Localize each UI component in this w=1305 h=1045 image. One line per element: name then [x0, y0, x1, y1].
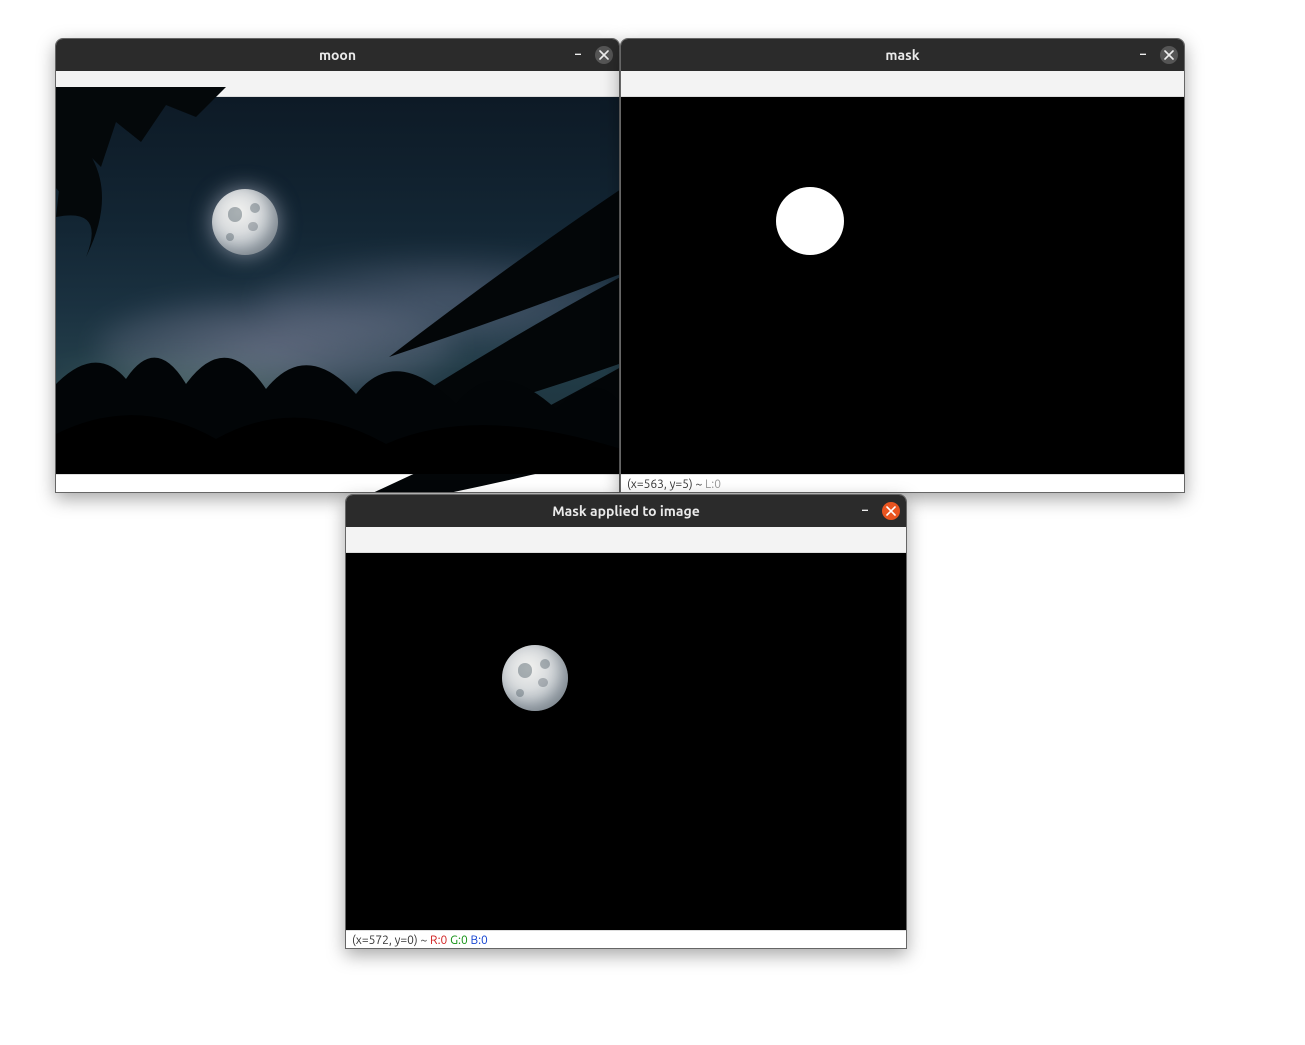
- status-coords: (x=572, y=0) ~: [352, 934, 430, 947]
- window-moon: moon –: [55, 38, 620, 493]
- close-button[interactable]: [1160, 46, 1178, 64]
- window-result: Mask applied to image – (x=572, y=0) ~ R…: [345, 494, 907, 949]
- close-icon: [1164, 50, 1174, 60]
- image-canvas-moon[interactable]: [56, 97, 619, 474]
- moon-graphic: [212, 189, 278, 255]
- status-g: G:0: [450, 934, 468, 947]
- image-canvas-result[interactable]: [346, 553, 906, 930]
- window-controls: –: [856, 495, 900, 527]
- close-icon: [886, 506, 896, 516]
- close-button[interactable]: [595, 46, 613, 64]
- window-title: Mask applied to image: [552, 503, 700, 519]
- minimize-button[interactable]: –: [569, 46, 587, 64]
- titlebar-result[interactable]: Mask applied to image –: [346, 495, 906, 527]
- mask-circle: [776, 187, 844, 255]
- window-title: mask: [885, 47, 919, 63]
- statusbar: [56, 474, 619, 493]
- window-controls: –: [569, 39, 613, 71]
- minimize-button[interactable]: –: [856, 502, 874, 520]
- statusbar: (x=572, y=0) ~ R:0 G:0 B:0: [346, 930, 906, 949]
- close-icon: [599, 50, 609, 60]
- minimize-button[interactable]: –: [1134, 46, 1152, 64]
- window-title: moon: [319, 47, 356, 63]
- close-button[interactable]: [882, 502, 900, 520]
- status-b: B:0: [471, 934, 488, 947]
- menubar[interactable]: [621, 71, 1184, 97]
- status-luminance: L:0: [705, 478, 721, 491]
- window-mask: mask – (x=563, y=5) ~ L:0: [620, 38, 1185, 493]
- menubar[interactable]: [56, 71, 619, 97]
- titlebar-moon[interactable]: moon –: [56, 39, 619, 71]
- window-controls: –: [1134, 39, 1178, 71]
- image-canvas-mask[interactable]: [621, 97, 1184, 474]
- cloud: [256, 257, 620, 347]
- menubar[interactable]: [346, 527, 906, 553]
- moon-graphic: [502, 645, 568, 711]
- status-r: R:0: [430, 934, 447, 947]
- status-coords: (x=563, y=5) ~: [627, 478, 705, 491]
- statusbar: (x=563, y=5) ~ L:0: [621, 474, 1184, 493]
- titlebar-mask[interactable]: mask –: [621, 39, 1184, 71]
